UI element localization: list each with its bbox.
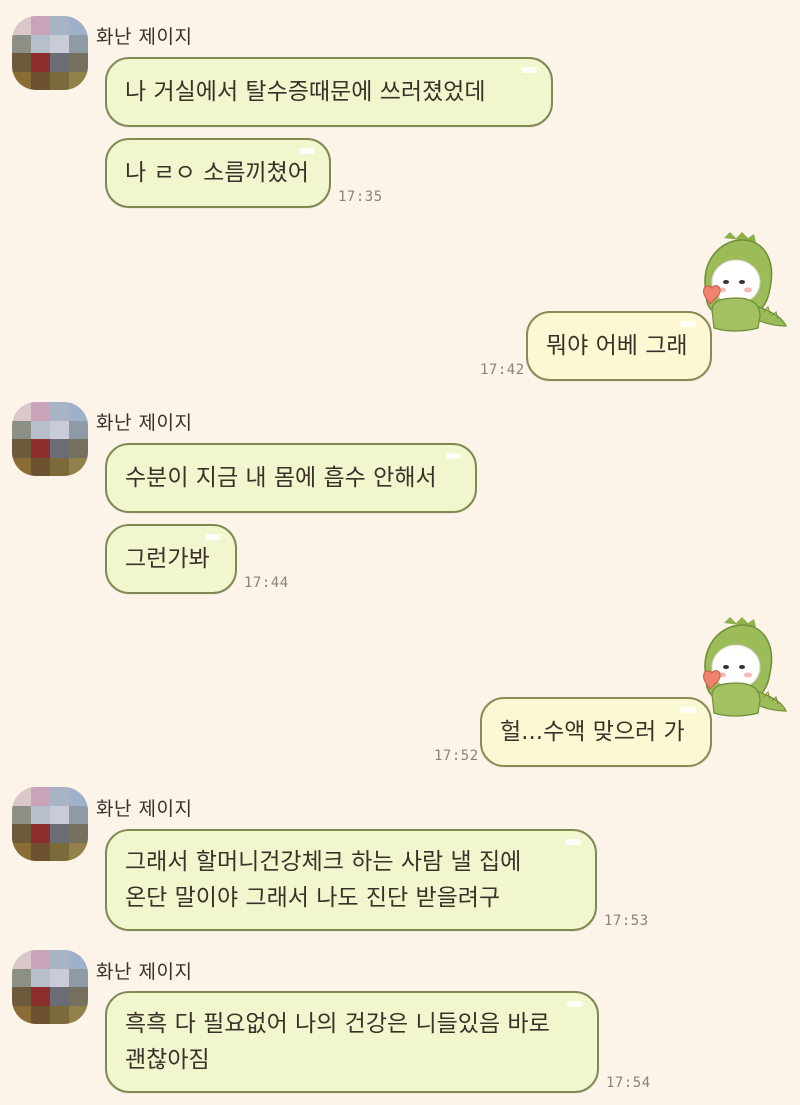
message-time: 17:42 [480,362,525,378]
message-text-line: 온단 말이야 그래서 나도 진단 받을려구 [125,885,501,911]
message-time: 17:44 [244,575,289,591]
message-text: 헐...수액 맞으러 가 [500,719,685,745]
avatar[interactable] [12,950,88,1024]
message-text-line: 괜찮아짐 [125,1047,210,1073]
chat-message[interactable]: 수분이 지금 내 몸에 흡수 안해서 [105,443,477,513]
chat-message[interactable]: 흑흑 다 필요없어 나의 건강은 니들있음 바로 괜찮아짐 [105,991,599,1093]
message-text: 뭐야 어베 그래 [546,333,688,359]
message-text-line: 그래서 할머니건강체크 하는 사람 낼 집에 [125,849,522,875]
sender-name: 화난 제이지 [96,961,193,983]
sender-name: 화난 제이지 [96,412,193,434]
chat-message[interactable]: 그래서 할머니건강체크 하는 사람 낼 집에 온단 말이야 그래서 나도 진단 … [105,829,597,931]
chat-message[interactable]: 나 거실에서 탈수증때문에 쓰러졌었데 [105,57,553,127]
message-time: 17:53 [604,913,649,929]
message-time: 17:52 [434,748,479,764]
message-time: 17:54 [606,1075,651,1091]
sender-name: 화난 제이지 [96,798,193,820]
message-text: 나 ㄹㅇ 소름끼쳤어 [125,160,309,186]
chat-message[interactable]: 나 ㄹㅇ 소름끼쳤어 [105,138,331,208]
dinosaur-sticker-icon [703,617,787,717]
avatar[interactable] [12,402,88,476]
message-text: 수분이 지금 내 몸에 흡수 안해서 [125,465,437,491]
message-text: 그런가봐 [125,546,210,572]
message-text: 나 거실에서 탈수증때문에 쓰러졌었데 [125,79,486,105]
avatar[interactable] [12,16,88,90]
message-time: 17:35 [338,189,383,205]
chat-message[interactable]: 그런가봐 [105,524,237,594]
chat-message[interactable]: 헐...수액 맞으러 가 [480,697,712,767]
sender-name: 화난 제이지 [96,26,193,48]
message-text-line: 흑흑 다 필요없어 나의 건강은 니들있음 바로 [125,1011,550,1037]
dinosaur-sticker-icon [703,232,787,332]
avatar[interactable] [12,787,88,861]
chat-message[interactable]: 뭐야 어베 그래 [526,311,712,381]
